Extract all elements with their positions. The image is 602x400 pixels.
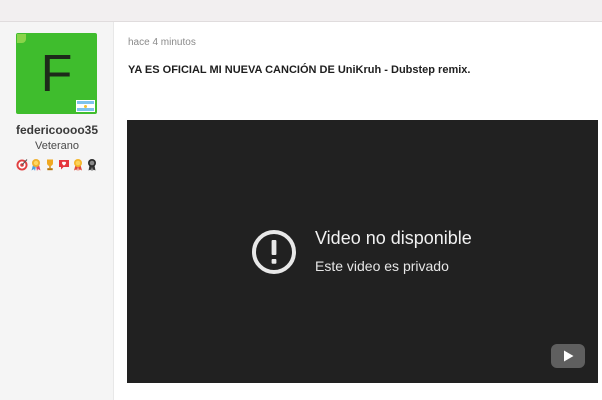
award-medal-icon[interactable] xyxy=(72,158,84,171)
browser-top-bar xyxy=(0,0,602,22)
user-rank: Veterano xyxy=(34,140,80,152)
trophy-icon[interactable] xyxy=(44,158,56,171)
argentina-flag-icon xyxy=(76,100,95,112)
author-sidebar: F federicoooo35 Veterano xyxy=(0,22,114,400)
target-icon[interactable] xyxy=(16,158,28,171)
dark-medal-icon[interactable] xyxy=(86,158,98,171)
post-title: YA ES OFICIAL MI NUEVA CANCIÓN DE UniKru… xyxy=(128,64,471,76)
video-unavailable-reason: Este video es privado xyxy=(315,258,449,274)
video-unavailable-title: Video no disponible xyxy=(315,228,472,248)
ribbon-medal-icon[interactable] xyxy=(30,158,42,171)
video-embed[interactable]: Video no disponible Este video es privad… xyxy=(127,120,598,383)
badge-list xyxy=(8,158,106,172)
post-timestamp[interactable]: hace 4 minutos xyxy=(128,37,196,48)
youtube-logo-icon[interactable] xyxy=(551,344,585,368)
avatar[interactable]: F xyxy=(16,33,97,114)
post-content: hace 4 minutos YA ES OFICIAL MI NUEVA CA… xyxy=(114,22,602,400)
heart-message-icon[interactable] xyxy=(58,158,70,171)
username-link[interactable]: federicoooo35 xyxy=(0,123,114,137)
alert-circle-icon xyxy=(252,230,296,274)
